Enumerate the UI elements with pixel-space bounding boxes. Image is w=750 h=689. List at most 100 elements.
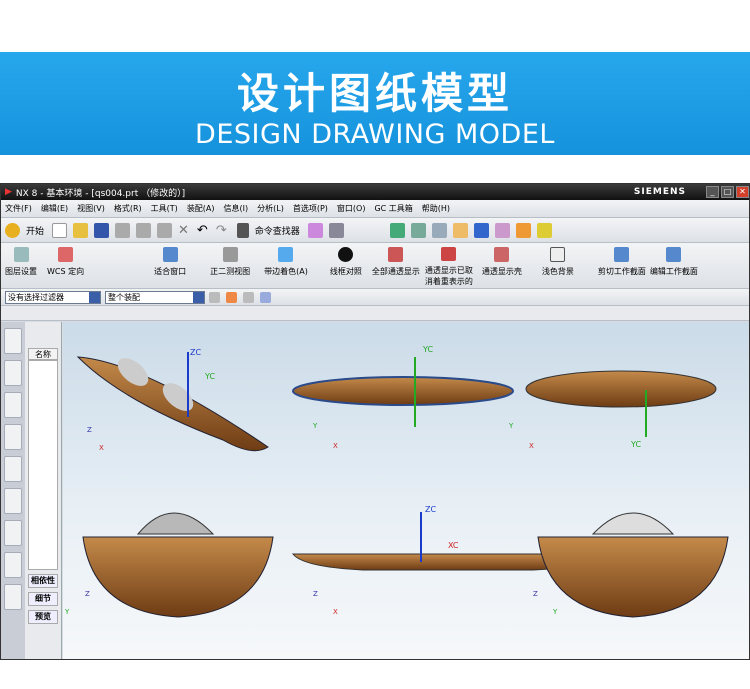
- trimetric-button[interactable]: 正二测视图: [210, 245, 250, 287]
- selection-icon[interactable]: [328, 222, 344, 238]
- cut-icon[interactable]: [115, 222, 131, 238]
- label: 浅色背景: [541, 266, 574, 276]
- edit-section-button[interactable]: 编辑工作截面: [650, 245, 698, 287]
- start-icon: [5, 222, 20, 238]
- all-translucent-button[interactable]: 全部通透显示: [372, 245, 420, 287]
- yc-label: YC: [204, 372, 215, 381]
- light-background-button[interactable]: 浅色背景: [542, 245, 574, 287]
- z-label: Z: [533, 590, 538, 598]
- wireframe-button[interactable]: 线框对照: [330, 245, 362, 287]
- status-strip: [1, 306, 749, 321]
- menu-edit[interactable]: 编辑(E): [41, 203, 68, 214]
- reuse-library-tab[interactable]: [4, 424, 22, 450]
- command-finder-button[interactable]: 命令查找器: [255, 224, 300, 237]
- label: 通透显示壳: [481, 266, 522, 276]
- dependencies-button[interactable]: 相依性: [28, 574, 58, 588]
- standard-toolbar: 开始 ✕ ↶ ↷ 命令查找器: [1, 218, 749, 243]
- xc-label: XC: [448, 541, 459, 550]
- label: 编辑工作截面: [649, 266, 698, 276]
- menu-assembly[interactable]: 装配(A): [187, 203, 215, 214]
- graphics-viewport[interactable]: ZC YC YC YC ZC XC Z X Y X Y X Z Y Z X Z Y: [63, 322, 749, 659]
- copy-icon[interactable]: [136, 222, 152, 238]
- info-tab[interactable]: [4, 456, 22, 482]
- z-label: Z: [87, 426, 92, 434]
- grid-icon[interactable]: [307, 222, 323, 238]
- menu-window[interactable]: 窗口(O): [337, 203, 366, 214]
- start-button[interactable]: 开始: [26, 224, 44, 237]
- label: 正二测视图: [210, 266, 251, 276]
- box-icon[interactable]: [260, 291, 271, 303]
- menu-bar: 文件(F) 编辑(E) 视图(V) 格式(R) 工具(T) 装配(A) 信息(I…: [1, 200, 749, 218]
- label: 剪切工作截面: [597, 266, 646, 276]
- scope-dropdown[interactable]: 整个装配: [105, 290, 205, 304]
- layer-icon[interactable]: [389, 222, 405, 238]
- x-label: X: [529, 442, 534, 450]
- y-label: Y: [64, 608, 70, 616]
- menu-file[interactable]: 文件(F): [5, 203, 32, 214]
- layer-stack-icon[interactable]: [410, 222, 426, 238]
- selection-filter-dropdown[interactable]: 没有选择过滤器: [5, 290, 101, 304]
- menu-preferences[interactable]: 首选项(P): [293, 203, 328, 214]
- zc-label: ZC: [190, 348, 201, 357]
- label: 图层设置: [5, 266, 37, 276]
- menu-tools[interactable]: 工具(T): [151, 203, 178, 214]
- shaded-with-edges-button[interactable]: 带边着色(A): [264, 245, 308, 287]
- save-icon[interactable]: [94, 222, 110, 238]
- view-toolbar: 图层设置 WCS 定向 适合窗口 正二测视图 带边着色(A) 线框对照 全部通透…: [1, 243, 749, 289]
- wcs-orient-button[interactable]: WCS 定向: [47, 245, 84, 287]
- open-icon[interactable]: [73, 222, 89, 238]
- curve-icon[interactable]: [243, 291, 254, 303]
- paste-icon[interactable]: [157, 222, 173, 238]
- redo-icon[interactable]: ↷: [216, 223, 227, 238]
- snap-icon[interactable]: [209, 291, 220, 303]
- value: 没有选择过滤器: [8, 292, 64, 302]
- part-navigator-tab[interactable]: [4, 392, 22, 418]
- constraint-icon[interactable]: [494, 222, 510, 238]
- boat-iso-view: ZC YC: [76, 348, 269, 452]
- menu-view[interactable]: 视图(V): [77, 203, 105, 214]
- navigator-tree[interactable]: [28, 360, 58, 570]
- layer-settings-button[interactable]: 图层设置: [5, 245, 37, 287]
- value: 整个装配: [108, 292, 140, 302]
- menu-gc-toolkit[interactable]: GC 工具箱: [374, 203, 412, 214]
- fit-button[interactable]: 适合窗口: [154, 245, 186, 287]
- constraint-navigator-tab[interactable]: [4, 360, 22, 386]
- menu-help[interactable]: 帮助(H): [422, 203, 450, 214]
- label: 带边着色(A): [264, 266, 308, 276]
- new-icon[interactable]: [52, 222, 68, 238]
- translucent-deemphasized-button[interactable]: 通透显示已取消着重表示的: [424, 245, 474, 287]
- preview-button[interactable]: 预览: [28, 610, 58, 624]
- banner-subtitle: DESIGN DRAWING MODEL: [195, 119, 555, 150]
- layer-list-icon[interactable]: [431, 222, 447, 238]
- command-finder-icon: [236, 222, 249, 238]
- close-button[interactable]: ✕: [736, 186, 749, 198]
- clip-section-button[interactable]: 剪切工作截面: [598, 245, 646, 287]
- y-label: Y: [312, 422, 318, 430]
- palette-tab[interactable]: [4, 584, 22, 610]
- folder-icon[interactable]: [452, 222, 468, 238]
- maximize-button[interactable]: □: [721, 186, 734, 198]
- menu-analysis[interactable]: 分析(L): [257, 203, 284, 214]
- menu-format[interactable]: 格式(R): [114, 203, 142, 214]
- minimize-button[interactable]: _: [706, 186, 719, 198]
- component-icon[interactable]: [515, 222, 531, 238]
- banner-title: 设计图纸模型: [236, 69, 513, 118]
- assembly-navigator-tab[interactable]: [4, 328, 22, 354]
- delete-icon[interactable]: ✕: [178, 223, 189, 238]
- yc-label: YC: [422, 345, 433, 354]
- siemens-brand: SIEMENS: [633, 187, 686, 197]
- selection-bar: 没有选择过滤器 整个装配: [1, 289, 749, 306]
- history-tab[interactable]: [4, 520, 22, 546]
- z-label: Z: [85, 590, 90, 598]
- boat-rear-view: [537, 512, 729, 618]
- point-icon[interactable]: [226, 291, 237, 303]
- assembly-icon[interactable]: [473, 222, 489, 238]
- menu-info[interactable]: 信息(I): [224, 203, 249, 214]
- product-icon[interactable]: [536, 222, 552, 238]
- system-materials-tab[interactable]: [4, 552, 22, 578]
- web-browser-tab[interactable]: [4, 488, 22, 514]
- undo-icon[interactable]: ↶: [197, 223, 208, 238]
- name-column-header[interactable]: 名称: [28, 348, 58, 360]
- translucent-shell-button[interactable]: 通透显示壳: [482, 245, 522, 287]
- details-button[interactable]: 细节: [28, 592, 58, 606]
